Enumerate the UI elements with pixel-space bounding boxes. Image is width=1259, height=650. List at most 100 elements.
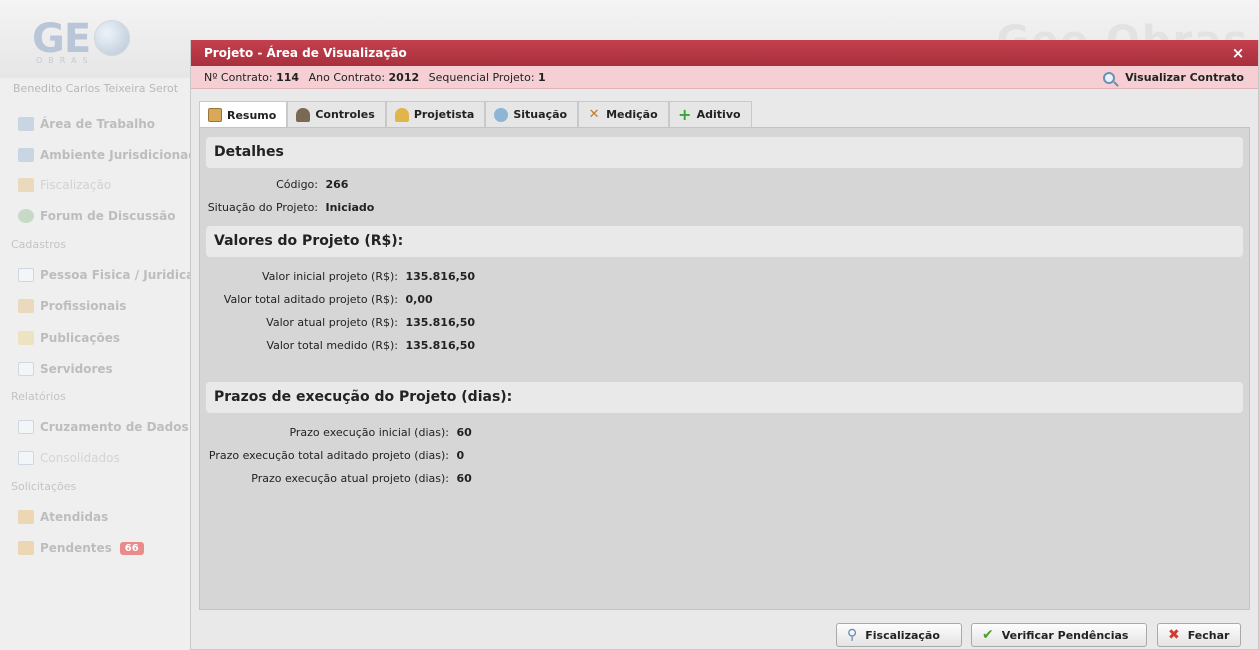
plus-icon: + <box>677 104 692 124</box>
valor-label: Valor total aditado projeto (R$): <box>223 293 398 306</box>
button-label: Verificar Pendências <box>1001 628 1129 642</box>
pending-count-badge: 66 <box>119 541 144 555</box>
tab-label: Projetista <box>413 108 475 121</box>
sidebar-item-label: Fiscalização <box>40 178 112 192</box>
user-name: Benedito Carlos Teixeira Serot <box>13 82 179 95</box>
checkmark-icon: ✔ <box>982 627 994 643</box>
tab-resumo[interactable]: Resumo <box>199 101 288 128</box>
status-icon <box>494 107 509 122</box>
search-icon: ⚲ <box>847 627 858 643</box>
sidebar-item-label: Atendidas <box>40 510 109 524</box>
view-contract-link[interactable]: Visualizar Contrato <box>1103 66 1244 89</box>
verificar-pendencias-button[interactable]: ✔ Verificar Pendências <box>971 623 1147 647</box>
button-label: Fiscalização <box>865 628 940 642</box>
tab-label: Aditivo <box>696 108 741 121</box>
valor-label: Valor total medido (R$): <box>266 339 398 352</box>
tab-label: Resumo <box>227 108 277 122</box>
person-icon <box>296 107 311 122</box>
prazo-label: Prazo execução inicial (dias): <box>289 426 449 439</box>
tab-content-resumo: Detalhes Código: 266 Situação do Projeto… <box>199 127 1250 610</box>
prazo-value: 60 <box>456 472 472 485</box>
close-icon: ✖ <box>1168 627 1180 643</box>
codigo-label: Código: <box>276 178 318 191</box>
logo-subtitle: OBRAS <box>36 56 94 65</box>
clipboard-icon <box>208 108 222 122</box>
sidebar-item-label: Consolidados <box>40 451 120 465</box>
prazo-value: 60 <box>456 426 472 439</box>
sidebar-item-consolidados[interactable]: Consolidados <box>18 448 120 468</box>
prazo-value: 0 <box>456 449 465 462</box>
window-icon <box>18 362 34 376</box>
window-icon <box>18 420 34 434</box>
tab-bar: Resumo Controles Projetista Situação ✕ M… <box>199 101 752 128</box>
sidebar-item-pessoa[interactable]: Pessoa Fisica / Juridica <box>18 265 194 285</box>
prazo-label: Prazo execução total aditado projeto (di… <box>208 449 449 462</box>
valor-value: 135.816,50 <box>405 270 476 283</box>
search-icon <box>1103 71 1116 84</box>
close-icon[interactable]: × <box>1230 40 1246 66</box>
window-icon <box>18 451 34 465</box>
ruler-icon: ✕ <box>588 106 600 122</box>
contract-info-bar: Nº Contrato: 114 Ano Contrato: 2012 Sequ… <box>191 66 1258 89</box>
sidebar-item-label: Cruzamento de Dados <box>40 420 189 434</box>
tab-medicao[interactable]: ✕ Medição <box>578 101 669 127</box>
sidebar-item-label: Publicações <box>40 331 121 345</box>
sidebar-item-publicacoes[interactable]: Publicações <box>18 328 120 348</box>
inbox-icon <box>18 510 34 524</box>
forum-icon <box>18 209 34 223</box>
sidebar-item-area-trabalho[interactable]: Área de Trabalho <box>18 114 155 134</box>
sequencial-label: Sequencial Projeto: <box>428 71 535 84</box>
section-relatorios: Relatórios <box>11 390 66 403</box>
globe-icon <box>94 20 130 56</box>
valor-row: Valor inicial projeto (R$): 135.816,50 <box>200 270 475 288</box>
detail-row-codigo: Código: 266 <box>200 178 348 196</box>
users-icon <box>18 148 34 162</box>
users-icon <box>18 117 34 131</box>
tab-aditivo[interactable]: + Aditivo <box>668 101 752 127</box>
tab-label: Medição <box>606 108 658 121</box>
section-cadastros: Cadastros <box>11 238 66 251</box>
sidebar-item-profissionais[interactable]: Profissionais <box>18 296 126 316</box>
sidebar-item-label: Forum de Discussão <box>40 209 176 223</box>
dialog-titlebar: Projeto - Área de Visualização × <box>191 40 1258 66</box>
valor-value: 135.816,50 <box>405 339 476 352</box>
sidebar-item-atendidas[interactable]: Atendidas <box>18 507 108 527</box>
sidebar: Benedito Carlos Teixeira Serot Área de T… <box>0 78 197 650</box>
designer-icon <box>394 107 409 122</box>
sidebar-item-pendentes[interactable]: Pendentes 66 <box>18 538 144 558</box>
sidebar-item-label: Ambiente Jurisdicionad <box>40 148 197 162</box>
sidebar-item-label: Área de Trabalho <box>40 117 155 131</box>
tab-projetista[interactable]: Projetista <box>385 101 486 127</box>
sidebar-item-label: Servidores <box>40 362 113 376</box>
prazo-row: Prazo execução total aditado projeto (di… <box>200 449 464 467</box>
tab-situacao[interactable]: Situação <box>485 101 579 127</box>
situacao-value: Iniciado <box>325 201 375 214</box>
tab-controles[interactable]: Controles <box>287 101 386 127</box>
sidebar-item-fiscalizacao[interactable]: Fiscalização <box>18 175 111 195</box>
button-label: Fechar <box>1187 628 1230 642</box>
section-detalhes-header: Detalhes <box>206 137 1243 168</box>
valor-row: Valor total medido (R$): 135.816,50 <box>200 339 475 357</box>
view-contract-label: Visualizar Contrato <box>1125 71 1244 84</box>
prazo-row: Prazo execução atual projeto (dias): 60 <box>200 472 472 490</box>
valor-label: Valor atual projeto (R$): <box>266 316 398 329</box>
section-valores-header: Valores do Projeto (R$): <box>206 226 1243 257</box>
valor-label: Valor inicial projeto (R$): <box>262 270 398 283</box>
dialog-footer: ⚲ Fiscalização ✔ Verificar Pendências ✖ … <box>191 615 1258 650</box>
ano-value: 2012 <box>388 71 420 84</box>
sidebar-item-forum[interactable]: Forum de Discussão <box>18 206 176 226</box>
fechar-button[interactable]: ✖ Fechar <box>1157 623 1241 647</box>
sidebar-item-label: Pendentes <box>40 541 112 555</box>
window-icon <box>18 268 34 282</box>
prazo-row: Prazo execução inicial (dias): 60 <box>200 426 472 444</box>
valor-value: 135.816,50 <box>405 316 476 329</box>
dialog-title: Projeto - Área de Visualização <box>204 46 407 60</box>
fiscalizacao-button[interactable]: ⚲ Fiscalização <box>836 623 962 647</box>
sidebar-item-servidores[interactable]: Servidores <box>18 359 113 379</box>
prazo-label: Prazo execução atual projeto (dias): <box>251 472 449 485</box>
app-logo: GE OBRAS <box>32 16 162 66</box>
sidebar-item-ambiente-jurisdicionado[interactable]: Ambiente Jurisdicionad <box>18 145 197 165</box>
situacao-label: Situação do Projeto: <box>207 201 318 214</box>
sidebar-item-cruzamento[interactable]: Cruzamento de Dados <box>18 417 189 437</box>
tab-label: Situação <box>513 108 568 121</box>
